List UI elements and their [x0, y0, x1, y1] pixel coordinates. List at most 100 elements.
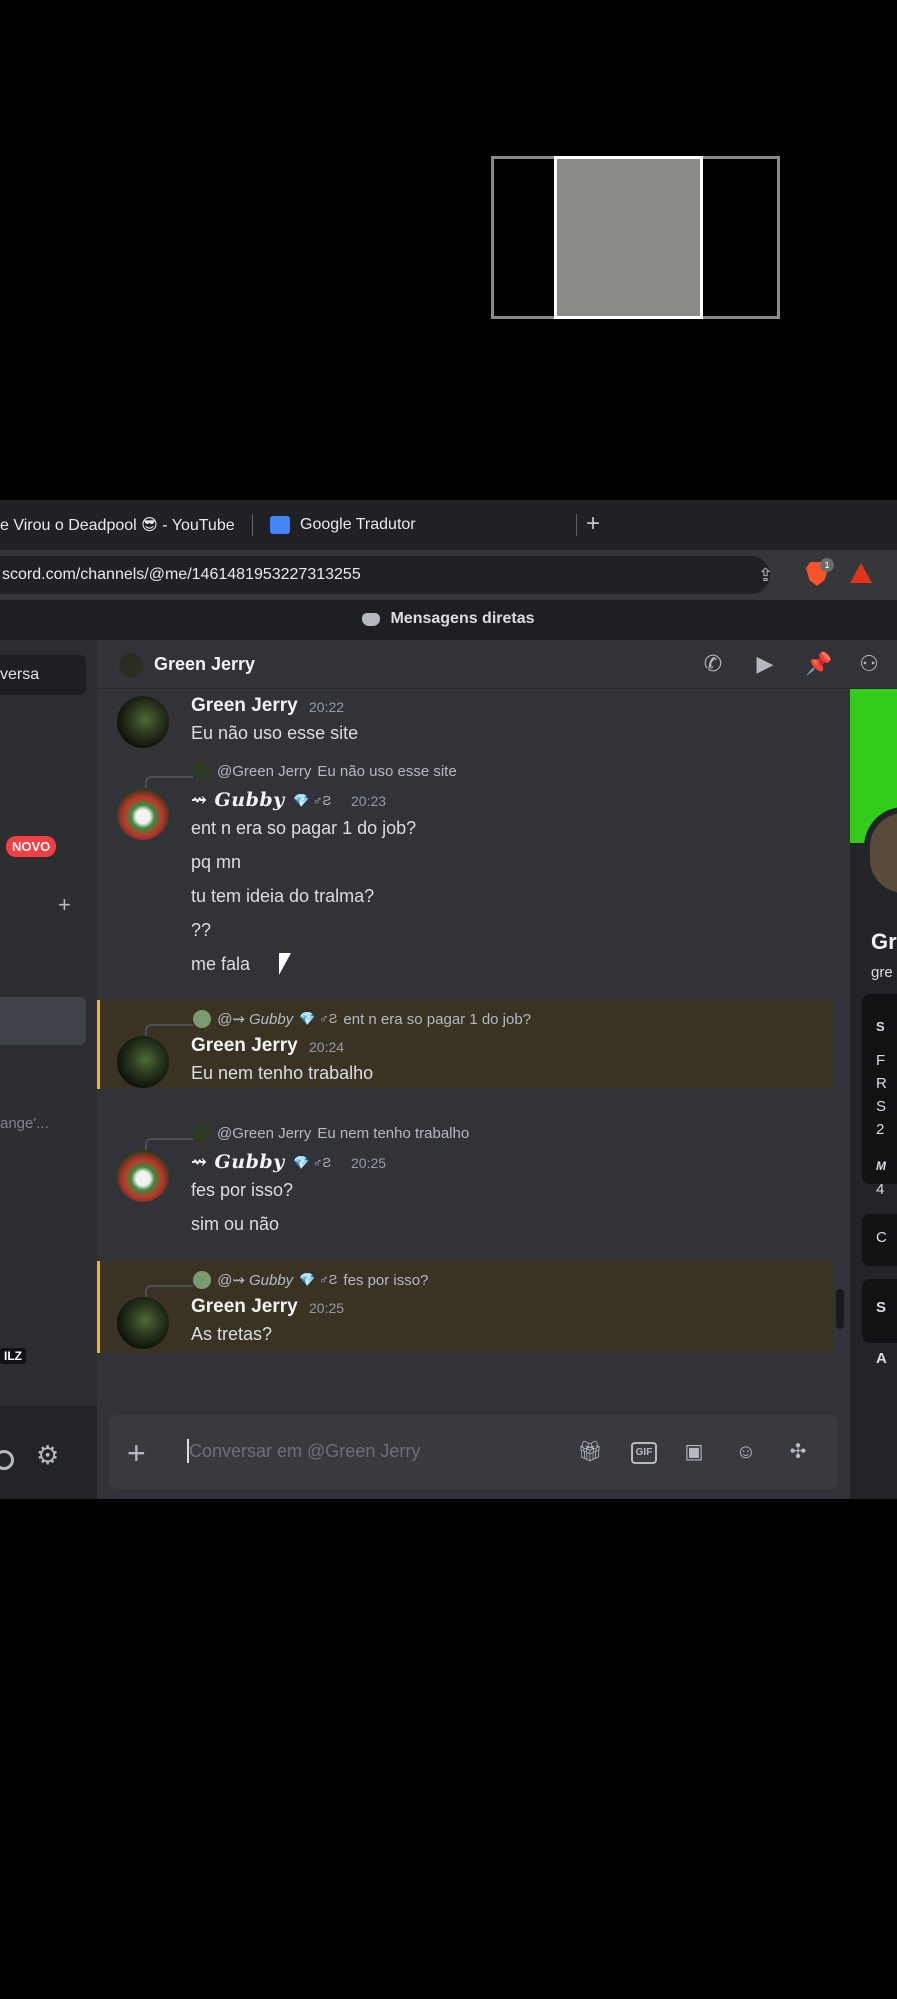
profile-text: S: [876, 1098, 887, 1115]
reply-reference[interactable]: @⇝ Gubby 💎 ♂Ƨ ent n era so pagar 1 do jo…: [193, 1010, 531, 1028]
user-badges: 💎 ♂Ƨ: [293, 793, 332, 808]
message-text: sim ou não: [191, 1214, 280, 1234]
avatar[interactable]: [117, 1150, 169, 1202]
upload-plus-button[interactable]: +: [127, 1435, 146, 1472]
reply-snippet: Eu não uso esse site: [317, 762, 457, 780]
chat-scrollbar[interactable]: [836, 1289, 844, 1329]
brave-rewards-icon[interactable]: [850, 563, 872, 583]
address-bar-row: scord.com/channels/@me/14614819532273132…: [0, 550, 897, 600]
profile-username: gre: [871, 964, 893, 981]
avatar[interactable]: [117, 696, 169, 748]
dm-list-item-selected[interactable]: [0, 997, 86, 1045]
profile-text: R: [876, 1075, 887, 1092]
message-text: me fala: [191, 954, 251, 974]
message-timestamp: 20:25: [309, 1300, 345, 1316]
url-field[interactable]: scord.com/channels/@me/14614819532273132…: [0, 556, 770, 594]
message-text: As tretas?: [191, 1324, 273, 1344]
message-text: tu tem ideia do tralma?: [191, 886, 375, 906]
translate-icon: [270, 516, 290, 534]
dm-sidebar: versa NOVO + ange'... ILZ ⚙: [0, 640, 97, 1499]
message-author[interactable]: Green Jerry: [191, 695, 298, 717]
reply-mention: @⇝ Gubby: [217, 1011, 294, 1028]
tab-youtube[interactable]: e Virou o Deadpool 😎 - YouTube: [0, 500, 235, 550]
message-timestamp: 20:24: [309, 1039, 345, 1055]
dm-status-snippet: ange'...: [0, 1115, 49, 1132]
tab-google-translate[interactable]: Google Tradutor: [270, 500, 416, 550]
profile-section-label: M: [876, 1159, 886, 1173]
profile-text: F: [876, 1052, 886, 1069]
message-text: ??: [191, 920, 212, 940]
gear-icon[interactable]: ⚙: [36, 1440, 59, 1471]
reply-connector: [145, 1024, 193, 1036]
avatar: [193, 1010, 211, 1028]
avatar[interactable]: [117, 1036, 169, 1088]
reply-reference[interactable]: @Green Jerry Eu não uso esse site: [193, 762, 457, 780]
new-badge: NOVO: [6, 836, 57, 857]
message-text: Eu nem tenho trabalho: [191, 1063, 374, 1083]
reply-snippet: fes por isso?: [343, 1271, 429, 1289]
direct-messages-label: Mensagens diretas: [390, 610, 535, 627]
mouse-cursor: [279, 953, 291, 975]
message-author[interactable]: ⇝ Gubby: [191, 1151, 285, 1173]
reply-mention: @Green Jerry: [217, 1124, 312, 1142]
sticker-icon[interactable]: ▣: [681, 1439, 707, 1465]
apps-icon[interactable]: ✣: [785, 1439, 811, 1465]
profile-text: C: [876, 1229, 887, 1246]
message-text: Eu não uso esse site: [191, 723, 359, 743]
message-composer: + Conversar em @Green Jerry 🎁︎ GIF ▣ ☺ ✣: [97, 1399, 850, 1499]
profile-text: S: [876, 1299, 887, 1316]
gift-icon[interactable]: 🎁︎: [577, 1439, 603, 1465]
gif-icon[interactable]: GIF: [631, 1442, 657, 1464]
reply-connector: [145, 1138, 193, 1150]
pin-icon[interactable]: 📌: [805, 652, 832, 676]
user-badges: 💎 ♂Ƨ: [299, 1272, 338, 1287]
user-badges: 💎 ♂Ƨ: [293, 1155, 332, 1170]
add-friends-icon[interactable]: ⚇: [857, 652, 881, 676]
direct-messages-header: Mensagens diretas: [0, 600, 897, 640]
reply-reference[interactable]: @Green Jerry Eu nem tenho trabalho: [193, 1124, 469, 1142]
discord-icon: [362, 612, 381, 626]
tab-divider: [252, 514, 253, 536]
message-input[interactable]: Conversar em @Green Jerry: [189, 1441, 420, 1462]
create-dm-icon[interactable]: +: [58, 892, 71, 918]
find-conversation-button[interactable]: versa: [0, 655, 86, 695]
message-author[interactable]: ⇝ Gubby: [191, 789, 285, 811]
reply-reference[interactable]: @⇝ Gubby 💎 ♂Ƨ fes por isso?: [193, 1271, 428, 1289]
reply-snippet: ent n era so pagar 1 do job?: [343, 1010, 532, 1028]
profile-section-label: S: [876, 1019, 885, 1034]
message-text: pq mn: [191, 852, 242, 872]
avatar: [193, 1124, 211, 1142]
message-text: fes por isso?: [191, 1180, 294, 1200]
tab-label: e Virou o Deadpool 😎 - YouTube: [0, 517, 235, 534]
emoji-icon[interactable]: ☺: [733, 1439, 759, 1465]
message-author[interactable]: Green Jerry: [191, 1296, 298, 1318]
chat-header: Green Jerry ✆ ▶ 📌 ⚇: [97, 640, 897, 689]
chat-title[interactable]: Green Jerry: [154, 654, 255, 675]
new-tab-button[interactable]: +: [586, 510, 600, 538]
brave-shields-count: 1: [820, 558, 834, 572]
profile-text: A: [876, 1350, 887, 1367]
message-timestamp: 20:25: [351, 1155, 387, 1171]
message-author[interactable]: Green Jerry: [191, 1035, 298, 1057]
profile-text: 4: [876, 1181, 885, 1198]
share-icon[interactable]: ⇪: [758, 565, 780, 587]
tab-divider: [576, 514, 577, 536]
reply-mention: @⇝ Gubby: [217, 1272, 294, 1289]
avatar[interactable]: [117, 788, 169, 840]
avatar[interactable]: [119, 653, 143, 677]
avatar[interactable]: [117, 1297, 169, 1349]
user-tag: ILZ: [0, 1348, 26, 1364]
phone-call-icon[interactable]: ✆: [701, 652, 725, 676]
video-placeholder-thumbnail: [554, 156, 703, 319]
video-placeholder-frame: [491, 156, 780, 319]
message-timestamp: 20:22: [309, 699, 345, 715]
screen-capture: e Virou o Deadpool 😎 - YouTube Google Tr…: [0, 500, 897, 1499]
message-input-box: + Conversar em @Green Jerry 🎁︎ GIF ▣ ☺ ✣: [109, 1415, 838, 1489]
user-badges: 💎 ♂Ƨ: [299, 1011, 338, 1026]
user-profile-panel: Gr gre S F R S 2 M 4 C S A: [850, 689, 897, 1499]
avatar: [193, 1271, 211, 1289]
reply-snippet: Eu nem tenho trabalho: [317, 1124, 470, 1142]
video-call-icon[interactable]: ▶: [753, 652, 777, 676]
reply-mention: @Green Jerry: [217, 762, 312, 780]
message-list: Green Jerry 20:22 Eu não uso esse site @…: [97, 689, 850, 1399]
